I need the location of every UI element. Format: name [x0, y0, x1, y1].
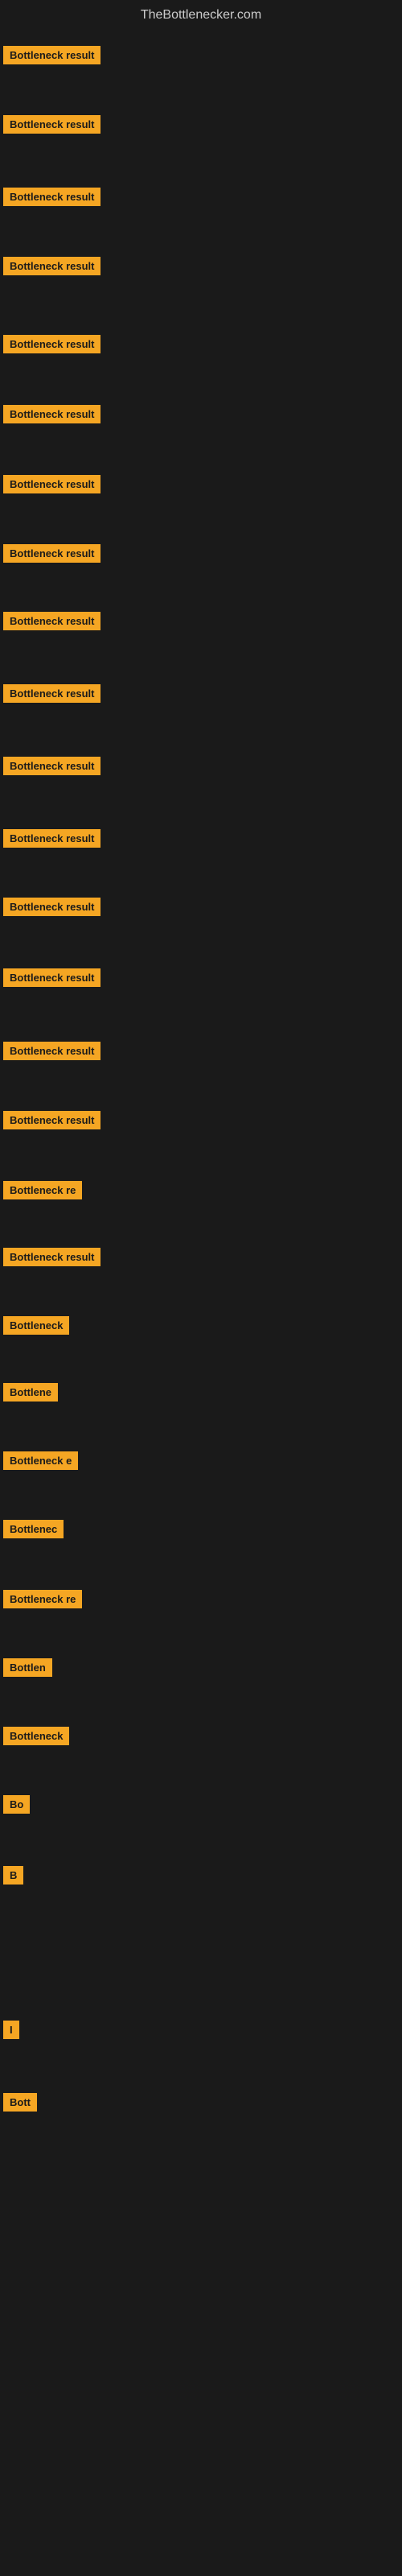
bottleneck-row: Bottleneck result — [3, 612, 100, 634]
bottleneck-row: Bottleneck re — [3, 1181, 82, 1203]
bottleneck-label: Bottleneck re — [3, 1590, 82, 1608]
bottleneck-row: Bottleneck result — [3, 46, 100, 68]
bottleneck-row: Bottleneck result — [3, 115, 100, 138]
bottleneck-label: Bottleneck result — [3, 1042, 100, 1060]
bottleneck-label: Bottleneck result — [3, 544, 100, 563]
bottleneck-row: Bottleneck result — [3, 1111, 100, 1133]
bottleneck-label: Bottleneck result — [3, 684, 100, 703]
bottleneck-label: Bottleneck result — [3, 257, 100, 275]
bottleneck-row: Bottleneck e — [3, 1451, 78, 1474]
bottleneck-label: Bottleneck result — [3, 829, 100, 848]
bottleneck-label: Bottlenec — [3, 1520, 64, 1538]
bottleneck-row: Bottleneck result — [3, 335, 100, 357]
bottleneck-label: Bottleneck re — [3, 1181, 82, 1199]
bottleneck-label: Bottleneck — [3, 1727, 69, 1745]
bottleneck-row: Bottleneck result — [3, 475, 100, 497]
site-title: TheBottlenecker.com — [0, 0, 402, 27]
bottleneck-label: Bottleneck result — [3, 612, 100, 630]
bottleneck-row: Bottleneck result — [3, 898, 100, 920]
bottleneck-label: Bottleneck result — [3, 188, 100, 206]
bottleneck-label: Bottlen — [3, 1658, 52, 1677]
bottleneck-row: Bottleneck result — [3, 1248, 100, 1270]
bottleneck-row: Bottleneck re — [3, 1590, 82, 1612]
bottleneck-label: Bottlene — [3, 1383, 58, 1402]
bottleneck-label: Bott — [3, 2093, 37, 2112]
bottleneck-label: Bottleneck result — [3, 1248, 100, 1266]
bottleneck-label: Bottleneck result — [3, 46, 100, 64]
bottleneck-row: B — [3, 1866, 23, 1889]
bottleneck-label: Bo — [3, 1795, 30, 1814]
bottleneck-label: Bottleneck result — [3, 475, 100, 493]
bottleneck-label: Bottleneck result — [3, 757, 100, 775]
bottleneck-label: Bottleneck result — [3, 405, 100, 423]
bottleneck-label: Bottleneck result — [3, 115, 100, 134]
bottleneck-label: I — [3, 2021, 19, 2039]
bottleneck-row: Bottleneck result — [3, 684, 100, 707]
bottleneck-row: I — [3, 2021, 19, 2043]
bottleneck-row: Bottlenec — [3, 1520, 64, 1542]
bottleneck-row: Bottleneck result — [3, 257, 100, 279]
page-container: TheBottlenecker.com Bottleneck result Bot… — [0, 0, 402, 2576]
bottleneck-row: Bottleneck result — [3, 1042, 100, 1064]
bottleneck-row: Bottleneck result — [3, 829, 100, 852]
bottleneck-row: Bo — [3, 1795, 30, 1818]
bottleneck-label: B — [3, 1866, 23, 1885]
bottleneck-row: Bottleneck result — [3, 405, 100, 427]
bottleneck-label: Bottleneck e — [3, 1451, 78, 1470]
bottleneck-row: Bott — [3, 2093, 37, 2116]
bottleneck-row: Bottleneck — [3, 1316, 69, 1339]
bottleneck-row: Bottleneck — [3, 1727, 69, 1749]
bottleneck-label: Bottleneck result — [3, 898, 100, 916]
bottleneck-row: Bottleneck result — [3, 968, 100, 991]
bottleneck-label: Bottleneck result — [3, 335, 100, 353]
bottleneck-label: Bottleneck result — [3, 968, 100, 987]
bottleneck-row: Bottlen — [3, 1658, 52, 1681]
bottleneck-row: Bottleneck result — [3, 188, 100, 210]
bottleneck-row: Bottleneck result — [3, 757, 100, 779]
bottleneck-row: Bottleneck result — [3, 544, 100, 567]
bottleneck-label: Bottleneck result — [3, 1111, 100, 1129]
bottleneck-label: Bottleneck — [3, 1316, 69, 1335]
bottleneck-row: Bottlene — [3, 1383, 58, 1406]
